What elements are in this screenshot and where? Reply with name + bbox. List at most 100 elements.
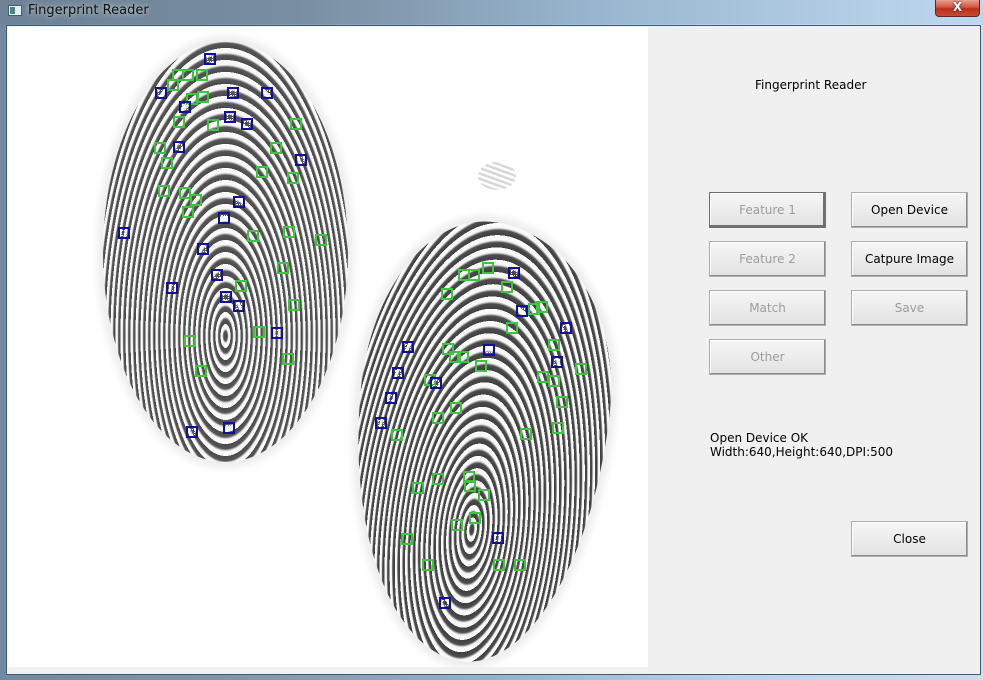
dialog-client-area: Fingerprint Reader Feature 1 Open Device… xyxy=(6,25,981,675)
minutia-marker-green xyxy=(290,118,302,130)
minutia-marker-green xyxy=(154,142,166,154)
other-button[interactable]: Other xyxy=(709,339,826,375)
minutia-marker-blue xyxy=(118,227,130,239)
minutia-marker-green xyxy=(207,119,219,131)
minutia-marker-blue xyxy=(295,154,307,166)
minutia-marker-green xyxy=(556,396,568,408)
close-button[interactable]: Close xyxy=(851,521,968,557)
minutia-marker-green xyxy=(501,281,513,293)
minutia-marker-green xyxy=(478,489,490,501)
minutia-marker-blue xyxy=(166,282,178,294)
minutia-marker-green xyxy=(432,412,444,424)
minutia-marker-blue xyxy=(385,392,397,404)
title-bar[interactable]: Fingerprint Reader X xyxy=(0,0,983,24)
window-close-button[interactable]: X xyxy=(935,0,980,17)
minutia-marker-green xyxy=(506,322,518,334)
minutia-marker-green xyxy=(432,473,444,485)
minutia-marker-blue xyxy=(227,87,239,99)
minutia-marker-green xyxy=(253,326,265,338)
minutia-marker-green xyxy=(475,360,487,372)
minutia-marker-blue xyxy=(197,243,209,255)
minutia-marker-blue xyxy=(223,422,235,434)
minutia-marker-blue xyxy=(508,267,520,279)
status-text: Open Device OK Width:640,Height:640,DPI:… xyxy=(710,431,893,459)
minutia-marker-blue xyxy=(155,87,167,99)
fingerprint-smudge xyxy=(478,162,516,190)
minutia-marker-green xyxy=(167,79,179,91)
minutia-marker-green xyxy=(287,172,299,184)
minutia-marker-blue xyxy=(211,269,223,281)
minutia-marker-green xyxy=(190,194,202,206)
minutia-marker-blue xyxy=(439,597,451,609)
minutia-marker-green xyxy=(468,269,480,281)
minutia-marker-green xyxy=(283,226,295,238)
minutia-marker-blue xyxy=(179,101,191,113)
minutia-marker-blue xyxy=(220,291,232,303)
feature1-button[interactable]: Feature 1 xyxy=(709,192,826,228)
minutia-marker-green xyxy=(247,230,259,242)
minutia-marker-blue xyxy=(516,305,528,317)
minutia-marker-green xyxy=(457,351,469,363)
minutia-marker-green xyxy=(464,480,476,492)
minutia-marker-green xyxy=(158,185,170,197)
match-button[interactable]: Match xyxy=(709,290,826,326)
minutia-marker-green xyxy=(441,288,453,300)
save-button[interactable]: Save xyxy=(851,290,968,326)
minutia-marker-blue xyxy=(186,426,198,438)
minutia-marker-green xyxy=(536,301,548,313)
minutia-marker-blue xyxy=(233,300,245,312)
minutia-marker-green xyxy=(173,116,185,128)
minutia-marker-green xyxy=(412,482,424,494)
minutia-marker-green xyxy=(552,422,564,434)
minutia-marker-blue xyxy=(218,212,230,224)
minutia-marker-blue xyxy=(402,341,414,353)
minutia-marker-blue xyxy=(492,532,504,544)
minutia-marker-blue xyxy=(392,367,404,379)
minutia-marker-blue xyxy=(271,327,283,339)
minutia-marker-green xyxy=(493,559,505,571)
minutia-marker-green xyxy=(277,262,289,274)
minutia-marker-green xyxy=(184,335,196,347)
capture-image-button[interactable]: Catpure Image xyxy=(851,241,968,277)
minutia-marker-green xyxy=(482,262,494,274)
minutia-marker-blue xyxy=(241,118,253,130)
feature2-button[interactable]: Feature 2 xyxy=(709,241,826,277)
minutia-marker-green xyxy=(197,91,209,103)
minutia-marker-green xyxy=(575,363,587,375)
minutia-marker-green xyxy=(270,142,282,154)
minutia-marker-blue xyxy=(375,417,387,429)
minutia-marker-green xyxy=(282,353,294,365)
open-device-button[interactable]: Open Device xyxy=(851,192,968,228)
window-title: Fingerprint Reader xyxy=(28,3,149,18)
minutia-marker-green xyxy=(288,299,300,311)
minutia-marker-green xyxy=(195,365,207,377)
minutia-marker-blue xyxy=(430,377,442,389)
fingerprint-image-panel xyxy=(8,27,648,667)
fingerprint-left xyxy=(103,42,348,462)
minutia-marker-green xyxy=(450,402,462,414)
minutia-marker-green xyxy=(182,69,194,81)
minutia-marker-green xyxy=(315,234,327,246)
minutia-marker-green xyxy=(256,166,268,178)
minutia-marker-blue xyxy=(204,53,216,65)
app-heading: Fingerprint Reader xyxy=(755,78,867,92)
minutia-marker-green xyxy=(548,375,560,387)
minutia-marker-blue xyxy=(173,141,185,153)
minutia-marker-green xyxy=(196,69,208,81)
minutia-marker-blue xyxy=(551,356,563,368)
minutia-marker-blue xyxy=(261,87,273,99)
minutia-marker-green xyxy=(235,280,247,292)
minutia-marker-blue xyxy=(224,111,236,123)
app-window-icon[interactable] xyxy=(8,5,22,16)
status-line-image-info: Width:640,Height:640,DPI:500 xyxy=(710,445,894,459)
status-line-device: Open Device OK xyxy=(710,431,809,445)
minutia-marker-green xyxy=(161,157,173,169)
fingerprint-right xyxy=(333,210,629,667)
minutia-marker-blue xyxy=(560,322,572,334)
minutia-marker-green xyxy=(469,512,481,524)
minutia-marker-green xyxy=(451,519,463,531)
minutia-marker-green xyxy=(514,559,526,571)
minutia-marker-green xyxy=(182,206,194,218)
minutia-marker-green xyxy=(520,428,532,440)
minutia-marker-blue xyxy=(233,196,245,208)
